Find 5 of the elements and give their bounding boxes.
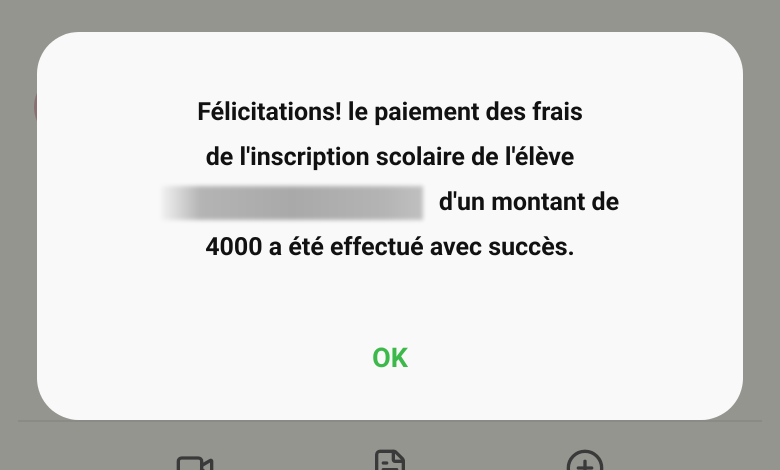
message-text: d'un montant de	[438, 188, 620, 217]
message-text: de l'inscription scolaire de l'élève	[206, 143, 574, 172]
ok-button[interactable]: OK	[360, 338, 420, 378]
message-text: 4000 a été effectué avec succès.	[205, 233, 575, 262]
message-text: Félicitations! le paiement des frais	[197, 98, 583, 127]
